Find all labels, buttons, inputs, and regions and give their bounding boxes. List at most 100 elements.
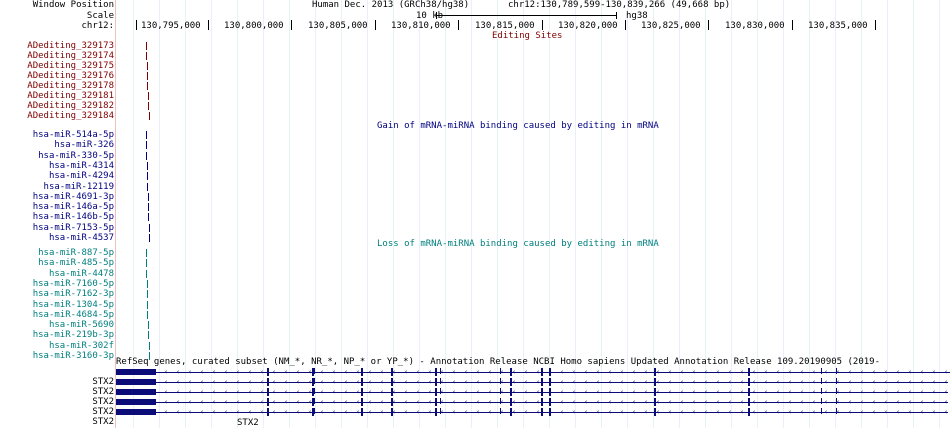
- gain-mirna-label[interactable]: hsa-miR-12119: [44, 182, 115, 192]
- loss-site-mark[interactable]: [148, 321, 149, 329]
- loss-mirna-label[interactable]: hsa-miR-219b-3p: [33, 330, 115, 340]
- editing-site-mark[interactable]: [146, 52, 147, 60]
- loss-track-title[interactable]: Loss of mRNA-miRNA binding caused by edi…: [377, 239, 659, 249]
- gene-exon[interactable]: [821, 368, 822, 374]
- gene-exon[interactable]: [748, 408, 750, 416]
- gene-exon[interactable]: [748, 368, 750, 376]
- loss-mirna-label[interactable]: hsa-miR-302f: [49, 341, 115, 351]
- gene-label[interactable]: STX2: [92, 387, 115, 397]
- gene-exon[interactable]: [361, 408, 363, 416]
- loss-mirna-label[interactable]: hsa-miR-7160-5p: [33, 279, 115, 289]
- gene-exon[interactable]: [821, 398, 822, 404]
- gain-site-mark[interactable]: [146, 131, 147, 139]
- gene-exon[interactable]: [267, 398, 269, 406]
- loss-mirna-label[interactable]: hsa-miR-1304-5p: [33, 300, 115, 310]
- gene-exon[interactable]: [267, 378, 269, 386]
- loss-mirna-label[interactable]: hsa-miR-7162-3p: [33, 289, 115, 299]
- gain-site-mark[interactable]: [148, 193, 149, 201]
- loss-mirna-label[interactable]: hsa-miR-887-5p: [38, 248, 115, 258]
- gene-label[interactable]: STX2: [92, 397, 115, 407]
- gene-exon[interactable]: [361, 398, 363, 406]
- gene-exon[interactable]: [541, 408, 543, 416]
- track-data-area[interactable]: Human Dec. 2013 (GRCh38/hg38) chr12:130,…: [116, 0, 950, 428]
- gene-utr-block[interactable]: [116, 369, 156, 375]
- gain-site-mark[interactable]: [148, 213, 149, 221]
- gene-exon[interactable]: [541, 378, 543, 386]
- loss-site-mark[interactable]: [147, 301, 148, 309]
- loss-site-mark[interactable]: [147, 311, 148, 319]
- loss-site-mark[interactable]: [146, 259, 147, 267]
- gain-site-mark[interactable]: [148, 203, 149, 211]
- gene-utr-block[interactable]: [116, 409, 156, 415]
- gain-mirna-label[interactable]: hsa-miR-4294: [49, 171, 115, 181]
- gene-exon[interactable]: [314, 408, 315, 414]
- gene-exon[interactable]: [821, 388, 822, 394]
- gene-utr-block[interactable]: [116, 389, 156, 395]
- loss-mirna-label[interactable]: hsa-miR-3160-3p: [33, 351, 115, 361]
- gene-exon[interactable]: [314, 378, 315, 384]
- gene-label[interactable]: STX2: [92, 417, 115, 427]
- gene-exon[interactable]: [361, 368, 363, 376]
- editing-site-label[interactable]: ADediting_329173: [27, 41, 115, 51]
- gene-exon[interactable]: [821, 378, 822, 384]
- editing-site-label[interactable]: ADediting_329174: [27, 51, 115, 61]
- gain-mirna-label[interactable]: hsa-miR-4314: [49, 161, 115, 171]
- gene-utr-block[interactable]: [116, 399, 156, 405]
- editing-site-label[interactable]: ADediting_329176: [27, 71, 115, 81]
- gain-site-mark[interactable]: [146, 152, 147, 160]
- gene-exon[interactable]: [541, 388, 543, 396]
- gene-exon[interactable]: [435, 368, 437, 376]
- gene-exon[interactable]: [435, 398, 437, 406]
- gene-exon[interactable]: [748, 378, 750, 386]
- gain-site-mark[interactable]: [147, 162, 148, 170]
- editing-site-label[interactable]: ADediting_329175: [27, 61, 115, 71]
- gene-exon[interactable]: [435, 408, 437, 416]
- gene-exon[interactable]: [314, 398, 315, 404]
- gain-site-mark[interactable]: [146, 141, 147, 149]
- editing-site-label[interactable]: ADediting_329181: [27, 91, 115, 101]
- gene-exon[interactable]: [435, 388, 437, 396]
- gain-mirna-label[interactable]: hsa-miR-326: [54, 140, 115, 150]
- gain-mirna-label[interactable]: hsa-miR-4537: [49, 233, 115, 243]
- editing-site-mark[interactable]: [147, 62, 148, 70]
- gain-mirna-label[interactable]: hsa-miR-4691-3p: [33, 192, 115, 202]
- loss-mirna-label[interactable]: hsa-miR-5690: [49, 320, 115, 330]
- gene-exon[interactable]: [748, 388, 750, 396]
- loss-mirna-label[interactable]: hsa-miR-485-5p: [38, 258, 115, 268]
- gene-exon[interactable]: [267, 388, 269, 396]
- loss-site-mark[interactable]: [147, 290, 148, 298]
- gene-exon[interactable]: [267, 368, 269, 376]
- gene-utr-block[interactable]: [116, 379, 156, 385]
- editing-site-mark[interactable]: [147, 72, 148, 80]
- gene-label-bottom[interactable]: STX2: [237, 418, 259, 428]
- loss-site-mark[interactable]: [149, 342, 150, 350]
- gain-site-mark[interactable]: [147, 183, 148, 191]
- gain-mirna-label[interactable]: hsa-miR-330-5p: [38, 151, 115, 161]
- loss-site-mark[interactable]: [147, 280, 148, 288]
- editing-site-mark[interactable]: [147, 82, 148, 90]
- gene-exon[interactable]: [314, 368, 315, 374]
- gene-exon[interactable]: [267, 408, 269, 416]
- gene-exon[interactable]: [361, 388, 363, 396]
- gain-site-mark[interactable]: [149, 224, 150, 232]
- editing-site-mark[interactable]: [148, 92, 149, 100]
- gain-mirna-label[interactable]: hsa-miR-146b-5p: [33, 212, 115, 222]
- gain-track-title[interactable]: Gain of mRNA-miRNA binding caused by edi…: [377, 121, 659, 131]
- loss-site-mark[interactable]: [146, 249, 147, 257]
- refseq-track-title[interactable]: RefSeq genes, curated subset (NM_*, NR_*…: [116, 357, 880, 367]
- gene-exon[interactable]: [821, 408, 822, 414]
- gene-exon[interactable]: [541, 398, 543, 406]
- editing-site-label[interactable]: ADediting_329182: [27, 101, 115, 111]
- gain-mirna-label[interactable]: hsa-miR-7153-5p: [33, 223, 115, 233]
- gene-label[interactable]: STX2: [92, 407, 115, 417]
- gene-exon[interactable]: [541, 368, 543, 376]
- gene-label[interactable]: STX2: [92, 377, 115, 387]
- editing-site-mark[interactable]: [146, 42, 147, 50]
- gene-exon[interactable]: [435, 378, 437, 386]
- gene-exon[interactable]: [314, 388, 315, 394]
- gain-mirna-label[interactable]: hsa-miR-146a-5p: [33, 202, 115, 212]
- genome-browser-track-image[interactable]: Window Position Scale chr12: ADediting_3…: [0, 0, 950, 428]
- editing-site-label[interactable]: ADediting_329178: [27, 81, 115, 91]
- editing-sites-title[interactable]: Editing Sites: [492, 31, 562, 41]
- loss-site-mark[interactable]: [146, 270, 147, 278]
